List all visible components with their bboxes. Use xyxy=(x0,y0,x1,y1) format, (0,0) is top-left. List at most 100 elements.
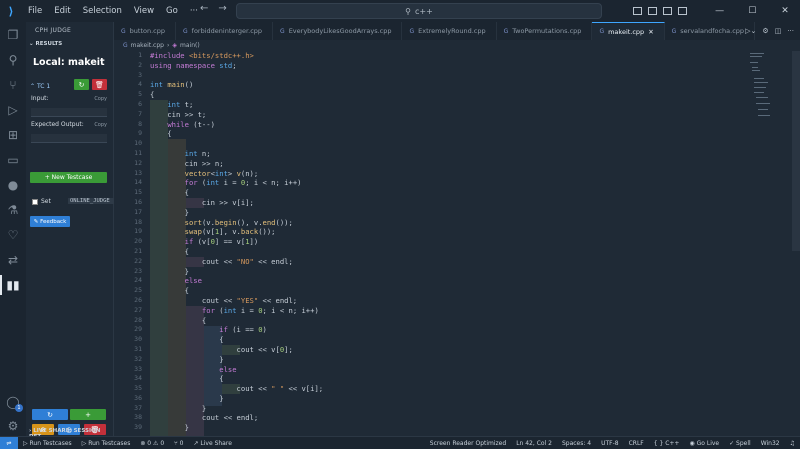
code-line: } xyxy=(150,393,224,403)
forward-arrow-icon[interactable]: → xyxy=(218,3,226,14)
live-share-icon[interactable]: ⇄ xyxy=(5,252,21,268)
split-editor-icon[interactable]: ◫ xyxy=(775,27,782,35)
code-editor[interactable]: 1 2 3 4 5 6 7 8 9 10 11 12 13 14 15 16 1… xyxy=(114,51,800,440)
line-number: 13 xyxy=(134,168,142,177)
minimap-line xyxy=(754,92,764,93)
code-line: int t; xyxy=(167,99,194,109)
new-testcase-button[interactable]: + New Testcase xyxy=(30,172,107,183)
tab-everybodylikesgoodarrays-cpp[interactable]: G EverybodyLikesGoodArrays.cpp xyxy=(273,22,403,40)
online-judge-checkbox[interactable] xyxy=(32,198,38,205)
more-actions-icon[interactable]: ··· xyxy=(787,27,794,35)
remote-explorer-icon[interactable]: ▭ xyxy=(5,152,21,168)
code-line: for (int i = 0; i < n; i++) xyxy=(201,305,319,315)
close-tab-icon[interactable]: ✕ xyxy=(648,28,653,36)
minimap-line xyxy=(756,97,768,98)
screen-reader-status[interactable]: Screen Reader Optimized xyxy=(425,440,511,447)
settings-gear-icon[interactable]: ⚙ xyxy=(762,27,768,35)
feedback-button[interactable]: ✎ Feedback xyxy=(30,216,70,227)
tab-button-cpp[interactable]: Gbutton.cpp xyxy=(114,22,176,40)
code-line: } xyxy=(150,354,224,364)
encoding-status[interactable]: UTF-8 xyxy=(596,440,624,447)
problems-status[interactable]: ⊗ 0 ⚠ 0 xyxy=(135,440,169,447)
toggle-secondary-sidebar-icon[interactable] xyxy=(662,7,672,15)
notifications-bell-icon[interactable]: ♫ xyxy=(785,440,800,447)
close-icon[interactable]: ✕ xyxy=(770,6,800,16)
tab-twopermutations-cpp[interactable]: G TwoPermutations.cpp xyxy=(497,22,593,40)
maximize-icon[interactable]: ☐ xyxy=(737,6,767,16)
title-bar: ⟩ File Edit Selection View Go ··· ← → ⚲ … xyxy=(0,0,800,22)
source-control-icon[interactable]: ⑂ xyxy=(5,77,21,93)
minimize-icon[interactable]: — xyxy=(705,6,735,16)
ports-status[interactable]: ⑂ 0 xyxy=(169,440,188,447)
run-debug-icon[interactable]: ▷ xyxy=(5,102,21,118)
tab-extremelyround-cpp[interactable]: G ExtremelyRound.cpp xyxy=(402,22,497,40)
favorites-icon[interactable]: ♡ xyxy=(5,227,21,243)
platform-status[interactable]: Win32 xyxy=(756,440,785,447)
minimap-line xyxy=(750,53,764,54)
menu-file[interactable]: File xyxy=(22,6,48,16)
explorer-icon[interactable]: ❐ xyxy=(5,27,21,43)
back-arrow-icon[interactable]: ← xyxy=(200,3,208,14)
code-line: { xyxy=(150,374,224,384)
github-icon[interactable]: ● xyxy=(5,177,21,193)
indentation-status[interactable]: Spaces: 4 xyxy=(557,440,596,447)
breadcrumb-symbol[interactable]: main() xyxy=(180,42,200,49)
code-line: if (i == 0) xyxy=(219,325,267,335)
expected-output-textarea[interactable] xyxy=(31,134,107,143)
vertical-scrollbar[interactable] xyxy=(792,51,800,251)
command-center-search[interactable]: ⚲ c++ xyxy=(236,3,602,19)
cursor-position-status[interactable]: Ln 42, Col 2 xyxy=(511,440,557,447)
live-share-status[interactable]: ↗ Live Share xyxy=(188,440,236,447)
trash-icon: 🗑 xyxy=(95,80,104,89)
run-all-button[interactable]: ↻ xyxy=(32,409,68,420)
cpp-file-icon: G xyxy=(409,27,415,35)
toggle-sidebar-icon[interactable] xyxy=(632,7,642,15)
run-testcases-status-1[interactable]: ▷ Run Testcases xyxy=(18,440,77,447)
minimap[interactable] xyxy=(750,51,790,131)
delete-testcase-button[interactable]: 🗑 xyxy=(92,79,107,90)
status-label: C++ xyxy=(665,440,680,447)
menu-edit[interactable]: Edit xyxy=(48,6,76,16)
toggle-panel-icon[interactable] xyxy=(647,7,657,15)
run-testcases-status-2[interactable]: ▷ Run Testcases xyxy=(77,440,136,447)
line-number: 20 xyxy=(134,237,142,246)
tab-label: button.cpp xyxy=(129,27,165,35)
cpp-file-icon: G xyxy=(123,42,128,49)
line-number: 9 xyxy=(138,129,142,138)
run-code-icon[interactable]: ▷⌄ xyxy=(745,27,756,35)
extensions-icon[interactable]: ⊞ xyxy=(5,127,21,143)
rerun-testcase-button[interactable]: ↻ xyxy=(74,79,89,90)
eol-status[interactable]: CRLF xyxy=(624,440,649,447)
menu-view[interactable]: View xyxy=(128,6,160,16)
tab-forbiddeninterger-cpp[interactable]: Gforbiddeninterger.cpp xyxy=(176,22,274,40)
menu-go[interactable]: Go xyxy=(160,6,184,16)
cph-judge-icon[interactable]: ▮▮ xyxy=(0,275,21,295)
accounts-icon[interactable]: ◯ 1 xyxy=(5,394,23,412)
minimap-line xyxy=(754,78,764,79)
add-testcase-button[interactable]: + xyxy=(70,409,106,420)
results-section-header[interactable]: ⌄ RESULTS xyxy=(26,39,113,51)
testing-icon[interactable]: ⚗ xyxy=(5,202,21,218)
tab-servalandfocha-cpp[interactable]: Gservalandfocha.cpp xyxy=(665,22,756,40)
line-number: 32 xyxy=(134,354,142,363)
search-view-icon[interactable]: ⚲ xyxy=(5,52,21,68)
language-mode-status[interactable]: { } C++ xyxy=(649,440,685,447)
settings-gear-icon[interactable]: ⚙ xyxy=(5,418,21,434)
spell-status[interactable]: ✓ Spell xyxy=(724,440,756,447)
testcase-label[interactable]: ⌃ TC 1 xyxy=(30,83,50,90)
copy-input-button[interactable]: Copy xyxy=(94,96,107,102)
expected-output-label: Expected Output: xyxy=(31,121,84,128)
menu-selection[interactable]: Selection xyxy=(77,6,128,16)
tab-makeit-cpp[interactable]: Gmakeit.cpp ✕ xyxy=(592,22,665,40)
line-number: 12 xyxy=(134,158,142,167)
copy-expected-button[interactable]: Copy xyxy=(94,122,107,128)
breadcrumb-file[interactable]: makeit.cpp xyxy=(131,42,164,49)
remote-indicator[interactable]: ⇌ xyxy=(0,436,18,449)
input-textarea[interactable] xyxy=(31,108,107,117)
line-number: 24 xyxy=(134,276,142,285)
code-line: while (t--) xyxy=(167,119,215,129)
code-line: cin >> n; xyxy=(150,158,224,168)
go-live-status[interactable]: ◉ Go Live xyxy=(684,440,724,447)
customize-layout-icon[interactable] xyxy=(677,7,687,15)
